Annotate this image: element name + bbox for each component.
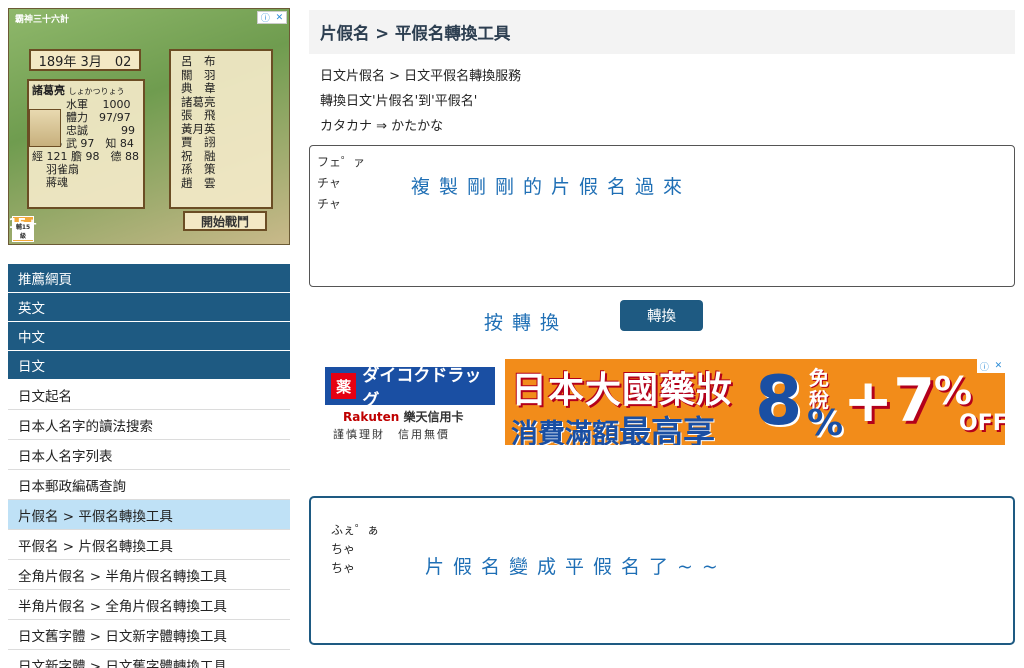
roster-item: 典 韋 xyxy=(181,81,216,95)
left-column: 霸神三十六計 ⓘ ✕ 189年 3月 02 諸葛亮 しょかつりょう 水軍 1000… xyxy=(8,8,290,668)
output-annotation: 片假名變成平假名了~~ xyxy=(425,556,727,578)
stat-line: 蔣魂 xyxy=(46,176,68,189)
nav-item-katakana-to-hiragana[interactable]: 片假名 > 平假名轉換工具 xyxy=(8,500,290,530)
convert-row: 按轉換 轉換 xyxy=(309,287,1015,347)
ad-choices-icon[interactable]: ⓘ ✕ xyxy=(977,359,1005,373)
general-portrait xyxy=(29,109,61,147)
ad-rakuten: Rakuten 樂天信用卡 xyxy=(343,408,463,425)
ad-choices-icon[interactable]: ⓘ ✕ xyxy=(257,11,287,24)
convert-button[interactable]: 轉換 xyxy=(620,300,703,331)
roster-item: 祝 融 xyxy=(181,148,216,163)
nav-item-postal-code[interactable]: 日本郵政編碼查詢 xyxy=(8,470,290,500)
roster-item: 諸葛亮 xyxy=(181,94,216,109)
nav-item-fullwidth-to-halfwidth[interactable]: 全角片假名 > 半角片假名轉換工具 xyxy=(8,560,290,590)
medicine-icon: 薬 xyxy=(331,373,357,399)
nav-category-english[interactable]: 英文 xyxy=(8,293,290,322)
roster-item: 黃月英 xyxy=(181,121,216,136)
roster-item: 孫 策 xyxy=(181,162,216,176)
ad-percent-a: % xyxy=(807,403,844,444)
nav-category-japanese[interactable]: 日文 xyxy=(8,351,290,380)
ad-disclaimer: 謹慎理財 信用無價 xyxy=(333,428,450,441)
roster-item: 張 飛 xyxy=(181,108,216,122)
roster-item: 賈 詡 xyxy=(181,135,216,149)
general-roster: 呂 布 關 羽 典 韋 諸葛亮 張 飛 黃月英 賈 詡 祝 融 孫 策 趙 雲 xyxy=(169,49,273,209)
rakuten-card: 樂天信用卡 xyxy=(403,410,464,424)
page-title: 片假名 > 平假名轉換工具 xyxy=(309,10,1015,54)
ad-subline: 消費滿額最高享 xyxy=(511,407,715,445)
description-line: カタカナ ⇒ かたかな xyxy=(320,119,444,134)
ad-off: OFF xyxy=(959,411,1005,436)
nav-item-halfwidth-to-fullwidth[interactable]: 半角片假名 > 全角片假名轉換工具 xyxy=(8,590,290,620)
sidebar-nav: 推薦網頁 英文 中文 日文 日文起名 日本人名字的讀法搜索 日本人名字列表 日本… xyxy=(8,264,290,668)
ad-big-number: 8 xyxy=(755,362,803,441)
nav-item-new-to-old-kanji[interactable]: 日文新字體 > 日文舊字體轉換工具 xyxy=(8,650,290,668)
katakana-input-value: フェ゜ァ チャ チャ xyxy=(317,155,366,211)
description-line: 日文片假名 > 日文平假名轉換服務 xyxy=(320,69,522,84)
description: 日文片假名 > 日文平假名轉換服務 轉換日文'片假名'到'平假名' カタカナ ⇒… xyxy=(309,64,1015,139)
convert-annotation: 按轉換 xyxy=(484,312,569,334)
nav-item-name-list[interactable]: 日本人名字列表 xyxy=(8,440,290,470)
game-ad-title: 霸神三十六計 xyxy=(15,15,70,25)
ad-plus-seven: +7 xyxy=(843,366,936,436)
ad-brand-box: 薬 ダイコクドラッグ Rakuten 樂天信用卡 謹慎理財 信用無價 xyxy=(319,359,505,445)
game-start-button[interactable]: 開始戰鬥 xyxy=(183,211,267,231)
main-content: 片假名 > 平假名轉換工具 日文片假名 > 日文平假名轉換服務 轉換日文'片假名… xyxy=(309,10,1015,645)
roster-item: 呂 布 xyxy=(181,54,216,68)
general-reading: しょかつりょう xyxy=(68,87,125,96)
ad-percent-b: % xyxy=(934,369,973,413)
ad-headline: 日本大國藥妝 xyxy=(511,370,734,411)
nav-item-name-reading-search[interactable]: 日本人名字的讀法搜索 xyxy=(8,410,290,440)
ad-brand-logo: 薬 ダイコクドラッグ xyxy=(325,366,495,411)
general-name: 諸葛亮 xyxy=(32,84,65,97)
hiragana-output[interactable]: ふぇ゜ぁ ちゃ ちゃ 片假名變成平假名了~~ xyxy=(309,496,1015,645)
katakana-input[interactable]: フェ゜ァ チャ チャ 複製剛剛的片假名過來 xyxy=(309,145,1015,287)
input-annotation: 複製剛剛的片假名過來 xyxy=(411,176,692,198)
ad-brand-name: ダイコクドラッグ xyxy=(362,366,482,411)
nav-category-chinese[interactable]: 中文 xyxy=(8,322,290,351)
age-rating-sub: 輔15級 xyxy=(13,222,33,240)
stat-line: 經 121 膽 98 德 88 xyxy=(32,150,139,163)
nav-item-japanese-naming[interactable]: 日文起名 xyxy=(8,380,290,410)
nav-item-old-to-new-kanji[interactable]: 日文舊字體 > 日文新字體轉換工具 xyxy=(8,620,290,650)
stat-line: 羽雀扇 xyxy=(46,163,79,176)
drugstore-ad-banner[interactable]: 薬 ダイコクドラッグ Rakuten 樂天信用卡 謹慎理財 信用無價 日本大國藥… xyxy=(319,359,1005,445)
nav-item-hiragana-to-katakana[interactable]: 平假名 > 片假名轉換工具 xyxy=(8,530,290,560)
roster-item: 關 羽 xyxy=(181,67,216,82)
age-rating-badge: 15+ 輔15級 xyxy=(9,216,38,242)
game-date: 189年 3月 02 xyxy=(29,49,141,71)
description-line: 轉換日文'片假名'到'平假名' xyxy=(320,94,478,109)
game-ad[interactable]: 霸神三十六計 ⓘ ✕ 189年 3月 02 諸葛亮 しょかつりょう 水軍 1000… xyxy=(8,8,290,245)
rakuten-logo: Rakuten xyxy=(343,410,400,424)
roster-item: 趙 雲 xyxy=(181,175,216,190)
ad-subline-b: 最高享 xyxy=(619,413,716,445)
nav-category-recommended[interactable]: 推薦網頁 xyxy=(8,264,290,293)
hiragana-output-value: ふぇ゜ぁ ちゃ ちゃ xyxy=(331,523,380,575)
ad-subline-a: 消費滿額 xyxy=(511,419,619,445)
